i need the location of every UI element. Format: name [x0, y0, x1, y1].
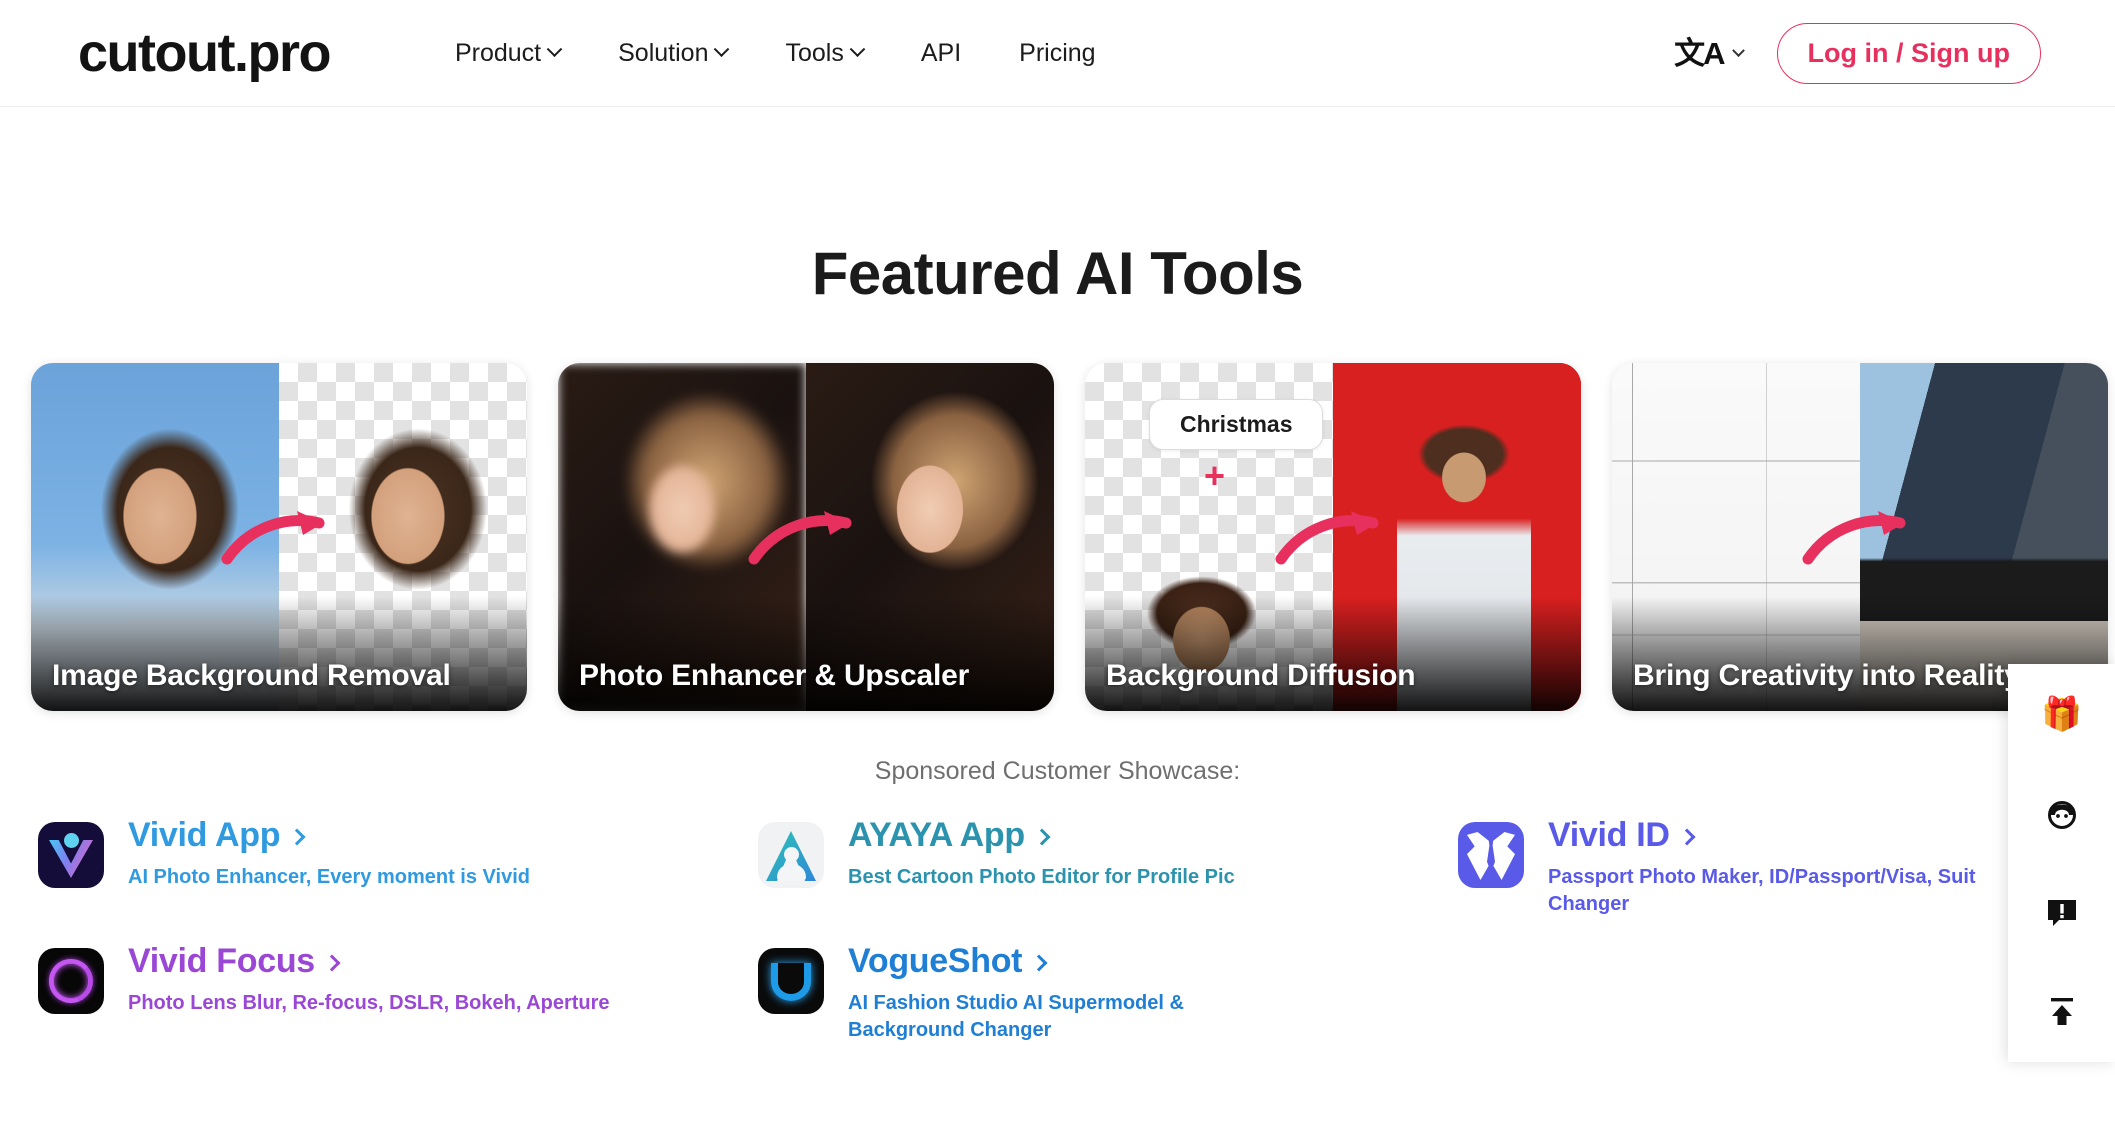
- chevron-down-icon: [849, 40, 866, 57]
- scroll-to-top-button[interactable]: [2008, 961, 2115, 1060]
- plus-icon: +: [1204, 455, 1226, 496]
- gift-button[interactable]: 🎁: [2008, 664, 2115, 763]
- showcase-tagline: Photo Lens Blur, Re-focus, DSLR, Bokeh, …: [128, 992, 610, 1014]
- showcase-tagline: Best Cartoon Photo Editor for Profile Pi…: [848, 866, 1235, 888]
- featured-tools-cards: Image Background Removal Photo Enhancer …: [0, 363, 2115, 711]
- chevron-right-icon: [323, 954, 341, 971]
- chevron-right-icon: [1033, 828, 1051, 845]
- showcase-tagline: AI Photo Enhancer, Every moment is Vivid: [128, 866, 530, 888]
- showcase-title-text: VogueShot: [848, 942, 1023, 980]
- transform-arrow-icon: [1275, 511, 1379, 565]
- showcase-title[interactable]: Vivid Focus: [128, 942, 610, 981]
- showcase-title-text: Vivid App: [128, 816, 281, 854]
- showcase-item-body: Vivid App AI Photo Enhancer, Every momen…: [128, 814, 530, 891]
- showcase-title[interactable]: AYAYA App: [848, 816, 1235, 855]
- transform-arrow-icon: [748, 511, 852, 565]
- prompt-pill: Christmas: [1149, 399, 1324, 450]
- language-switcher[interactable]: 文A: [1674, 35, 1745, 71]
- card-caption: Image Background Removal: [52, 659, 451, 692]
- nav-label: Tools: [785, 38, 844, 67]
- vivid-id-icon: [1458, 822, 1524, 888]
- feedback-icon: [2047, 899, 2076, 926]
- showcase-title[interactable]: VogueShot: [848, 942, 1288, 981]
- customer-support-icon: [2047, 800, 2076, 829]
- vogueshot-icon: [758, 948, 824, 1014]
- ayaya-person-body-shape: [777, 864, 806, 881]
- nav-label: Product: [454, 38, 542, 67]
- floating-action-panel: 🎁: [2008, 664, 2115, 1062]
- chevron-down-icon: [546, 40, 563, 57]
- transform-arrow-icon: [221, 511, 325, 565]
- showcase-title-text: Vivid Focus: [128, 942, 315, 980]
- showcase-tagline: Passport Photo Maker, ID/Passport/Visa, …: [1548, 866, 1976, 915]
- vivid-focus-icon: [38, 948, 104, 1014]
- chevron-right-icon: [1678, 828, 1696, 845]
- site-logo[interactable]: cutout.pro: [78, 22, 331, 84]
- showcase-item-body: VogueShot AI Fashion Studio AI Supermode…: [848, 940, 1288, 1044]
- showcase-item-vivid-app[interactable]: Vivid App AI Photo Enhancer, Every momen…: [38, 814, 758, 918]
- ayaya-person-head-shape: [784, 847, 799, 862]
- header-actions: 文A Log in / Sign up: [1674, 22, 2041, 84]
- site-header: cutout.pro Product Solution Tools API Pr…: [0, 0, 2115, 107]
- showcase-item-vogueshot[interactable]: VogueShot AI Fashion Studio AI Supermode…: [758, 940, 1458, 1044]
- scroll-to-top-icon: [2050, 997, 2073, 1025]
- chevron-right-icon: [1030, 954, 1048, 971]
- ayaya-app-icon: [758, 822, 824, 888]
- vogue-v-shape: [771, 963, 811, 1001]
- showcase-item-ayaya-app[interactable]: AYAYA App Best Cartoon Photo Editor for …: [758, 814, 1458, 918]
- chevron-down-icon: [1731, 43, 1745, 57]
- nav-item-product[interactable]: Product: [426, 29, 589, 78]
- chevron-down-icon: [714, 40, 730, 57]
- nav-label: Solution: [618, 38, 709, 67]
- vivid-app-icon: [38, 822, 104, 888]
- showcase-item-body: AYAYA App Best Cartoon Photo Editor for …: [848, 814, 1235, 891]
- main-navigation: Product Solution Tools API Pricing: [426, 29, 1125, 78]
- vivid-dot-shape: [64, 833, 79, 848]
- tool-card-image-background-removal[interactable]: Image Background Removal: [31, 363, 527, 711]
- nav-item-solution[interactable]: Solution: [589, 29, 756, 78]
- showcase-tagline: AI Fashion Studio AI Supermodel & Backgr…: [848, 992, 1184, 1041]
- showcase-title[interactable]: Vivid App: [128, 816, 530, 855]
- nav-item-pricing[interactable]: Pricing: [990, 29, 1124, 78]
- tool-card-bring-creativity-into-reality[interactable]: Bring Creativity into Reality: [1612, 363, 2108, 711]
- showcase-item-body: Vivid Focus Photo Lens Blur, Re-focus, D…: [128, 940, 610, 1017]
- login-signup-button[interactable]: Log in / Sign up: [1776, 22, 2041, 84]
- showcase-item-vivid-focus[interactable]: Vivid Focus Photo Lens Blur, Re-focus, D…: [38, 940, 758, 1044]
- chevron-right-icon: [288, 828, 306, 845]
- page-title: Featured AI Tools: [811, 240, 1304, 307]
- showcase-title-text: AYAYA App: [848, 816, 1025, 854]
- card-caption: Photo Enhancer & Upscaler: [579, 659, 970, 692]
- showcase-grid: Vivid App AI Photo Enhancer, Every momen…: [0, 814, 2115, 1044]
- feedback-button[interactable]: [2008, 862, 2115, 961]
- nav-label: Pricing: [1019, 38, 1096, 67]
- nav-item-api[interactable]: API: [892, 29, 990, 78]
- gift-icon: 🎁: [2040, 695, 2083, 732]
- tool-card-background-diffusion[interactable]: Christmas + Background Diffusion: [1085, 363, 1581, 711]
- nav-label: API: [920, 38, 962, 67]
- nav-item-tools[interactable]: Tools: [756, 29, 891, 78]
- showcase-heading: Sponsored Customer Showcase:: [874, 757, 1241, 785]
- aperture-shape: [49, 959, 93, 1003]
- transform-arrow-icon: [1802, 511, 1906, 565]
- card-caption: Background Diffusion: [1106, 659, 1416, 692]
- showcase-item-body: Vivid ID Passport Photo Maker, ID/Passpo…: [1548, 814, 1988, 918]
- showcase-title[interactable]: Vivid ID: [1548, 816, 1988, 855]
- showcase-title-text: Vivid ID: [1548, 816, 1670, 854]
- translate-icon: 文A: [1674, 35, 1725, 71]
- customer-support-button[interactable]: [2008, 763, 2115, 862]
- tool-card-photo-enhancer-upscaler[interactable]: Photo Enhancer & Upscaler: [558, 363, 1054, 711]
